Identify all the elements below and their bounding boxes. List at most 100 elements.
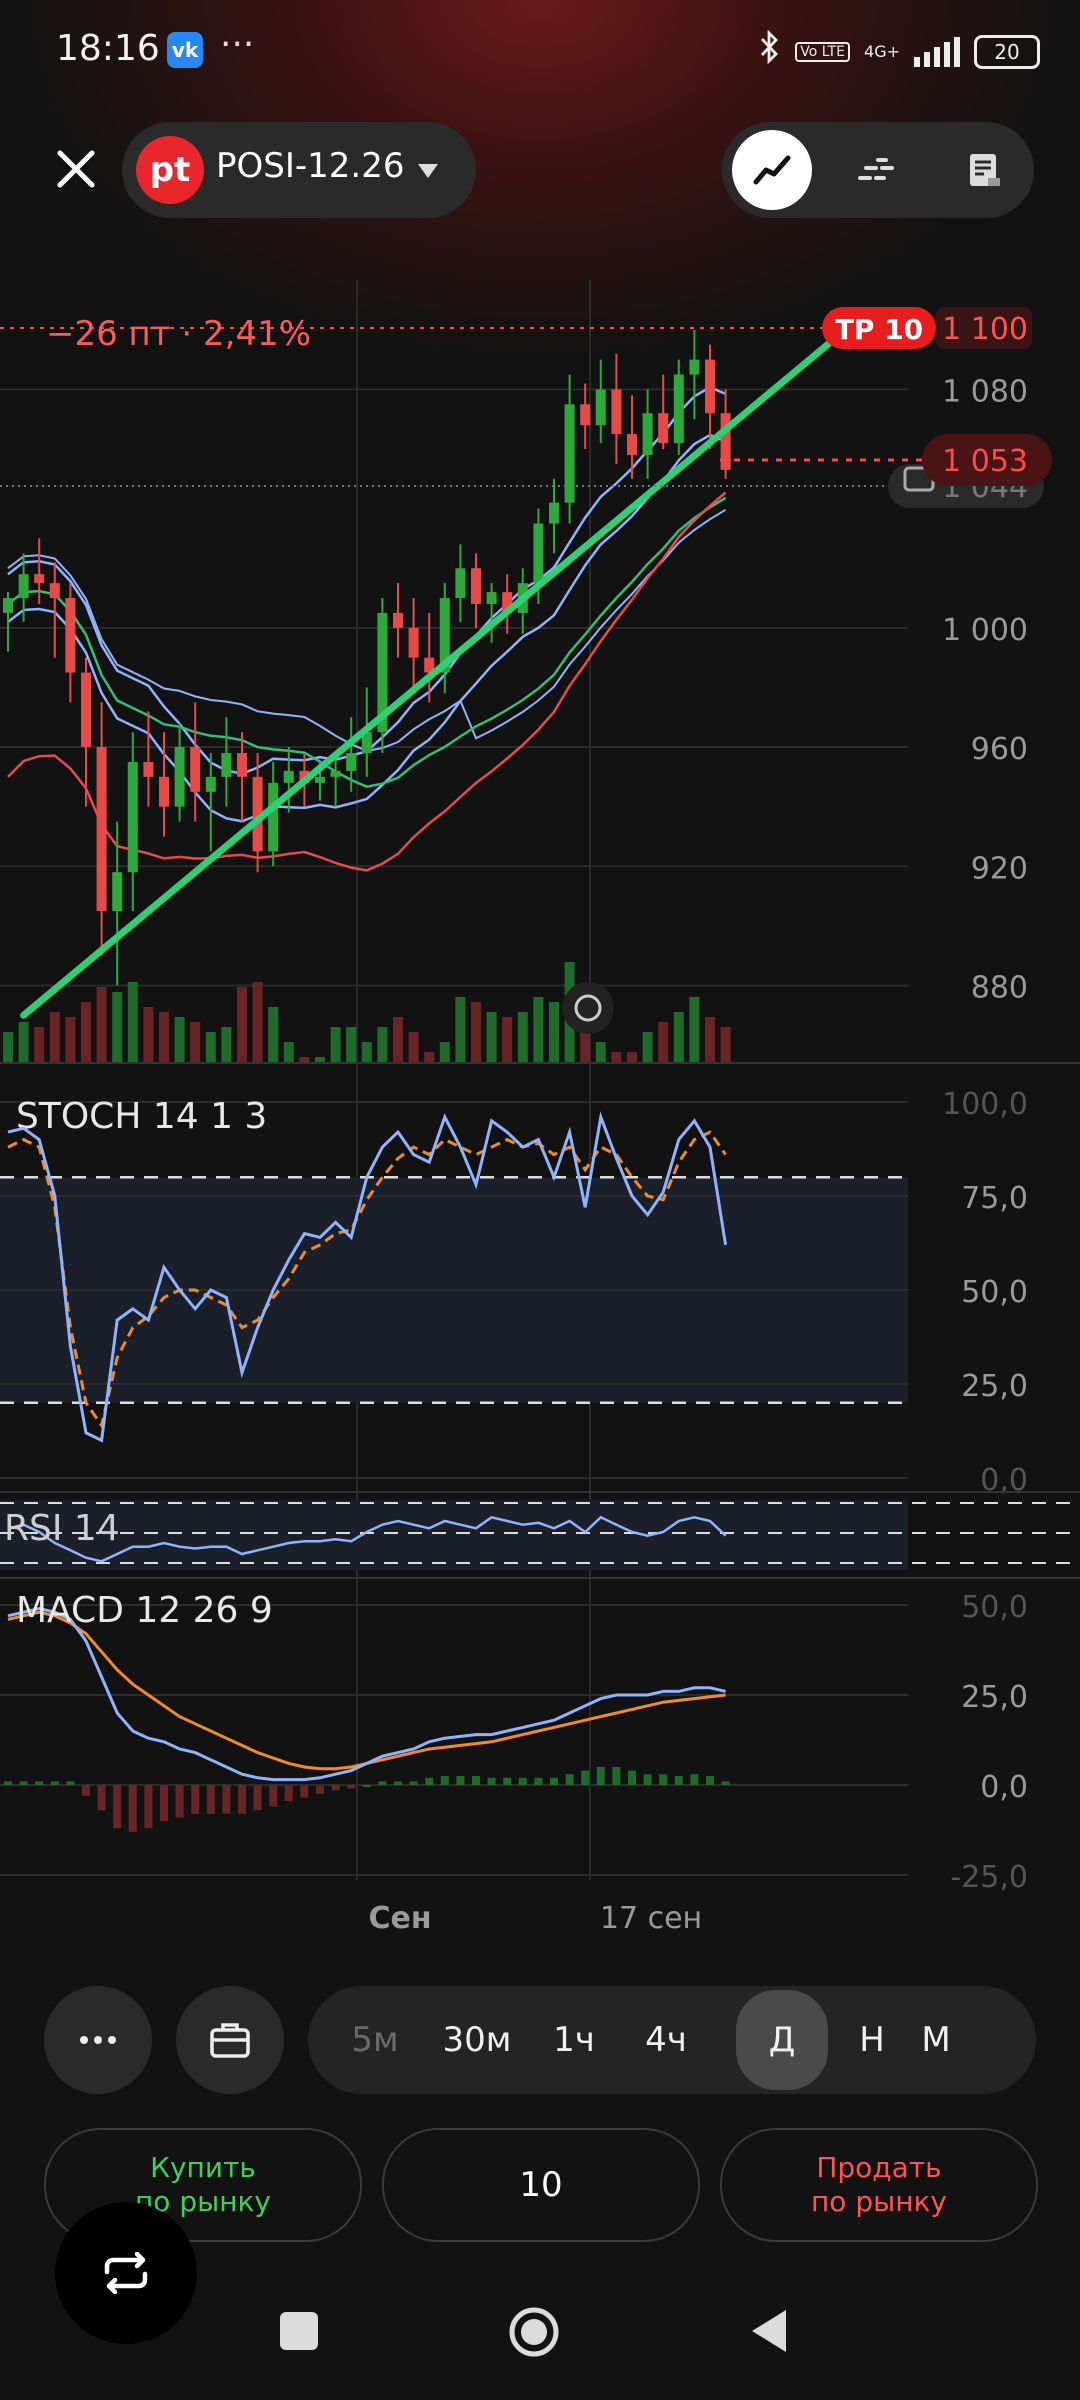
candle-body: [393, 612, 403, 628]
volume-bar: [393, 1017, 403, 1062]
macd-hist-bar: [253, 1785, 262, 1811]
volume-bar: [252, 982, 263, 1062]
candle-body: [81, 672, 91, 748]
rsi-band: [0, 1500, 908, 1570]
candle-body: [127, 761, 138, 873]
stoch-tick-3: 25,0: [961, 1369, 1028, 1404]
candle-body: [455, 568, 466, 599]
volume-bar: [705, 1017, 715, 1062]
macd-signal-line: [7, 1610, 726, 1771]
candle: [65, 583, 76, 703]
swap-button[interactable]: [55, 2202, 197, 2344]
quantity-value: 10: [519, 2165, 563, 2205]
candle-body: [486, 592, 497, 604]
price-change-label: −26 пт · 2,41%: [46, 314, 312, 354]
volume-bar: [455, 997, 466, 1062]
dashed-lines-icon[interactable]: [838, 130, 918, 210]
candle: [377, 598, 388, 754]
news-icon[interactable]: [944, 130, 1024, 210]
volume-bar: [595, 1042, 606, 1062]
volume-bar: [673, 1012, 684, 1062]
macd-hist-bar: [690, 1774, 699, 1785]
sell-market-button[interactable]: Продать по рынку: [720, 2128, 1038, 2242]
quantity-field[interactable]: 10: [382, 2128, 700, 2242]
candle: [205, 753, 216, 852]
candle-body: [673, 374, 684, 444]
candle: [658, 374, 669, 450]
back-icon[interactable]: [748, 2306, 790, 2360]
candle: [611, 353, 622, 464]
candle: [486, 583, 497, 643]
home-icon[interactable]: [508, 2306, 560, 2358]
volume-bar: [268, 1007, 279, 1062]
close-icon[interactable]: [52, 145, 100, 193]
period-3[interactable]: 1ч: [542, 1986, 606, 2094]
candle: [549, 478, 559, 554]
period-5[interactable]: Д: [736, 1990, 828, 2090]
macd-hist-bar: [721, 1781, 730, 1785]
candle-body: [143, 761, 154, 777]
volume-bar: [533, 997, 544, 1062]
battery-icon: 20: [974, 34, 1040, 69]
macd-hist-bar: [175, 1785, 184, 1818]
dropdown-caret-icon: [418, 164, 438, 178]
macd-hist-bar: [456, 1776, 465, 1785]
candle: [127, 732, 138, 911]
volume-bar: [627, 1052, 637, 1062]
recent-apps-icon[interactable]: [280, 2312, 318, 2350]
price-tick-2: 960: [971, 732, 1028, 767]
volume-bar: [174, 1017, 185, 1062]
candle: [595, 359, 606, 444]
trendline: [20, 309, 870, 1019]
period-selector: 5м 30м 1ч 4ч Д Н М: [308, 1986, 1036, 2094]
volume-bar: [283, 1042, 294, 1062]
period-6[interactable]: Н: [840, 1986, 904, 2094]
battery-level: 20: [994, 39, 1020, 64]
macd-hist-bar: [66, 1781, 75, 1785]
ticker-selector[interactable]: pt POSI-12.26: [122, 122, 476, 218]
macd-hist-bar: [628, 1770, 636, 1785]
macd-hist-bar: [206, 1785, 215, 1814]
period-2[interactable]: 30м: [428, 1986, 526, 2094]
volume-bar: [549, 1002, 559, 1062]
status-right: Vo LTE 4G+ 20: [759, 29, 1040, 73]
candle-body: [221, 753, 232, 777]
period-1[interactable]: 5м: [340, 1986, 410, 2094]
instrument-logo: pt: [136, 136, 204, 204]
candle: [237, 732, 247, 822]
candle-body: [346, 753, 357, 771]
macd-hist-bar: [4, 1781, 12, 1785]
price-chart[interactable]: 1 0801 000960920880TP 10 1 1001 0441 0531…: [0, 280, 1080, 1940]
candle-body: [611, 389, 622, 435]
period-7[interactable]: М: [904, 1986, 968, 2094]
stoch-tick-1: 75,0: [961, 1181, 1028, 1216]
macd-hist-bar: [409, 1781, 418, 1785]
macd-hist-bar: [50, 1781, 59, 1785]
volume-bar: [299, 1057, 310, 1062]
candle-body: [49, 583, 60, 599]
candle: [408, 598, 419, 688]
volume-bar: [502, 1017, 513, 1062]
chart-view-switcher: [722, 122, 1034, 218]
signal-icon: [914, 36, 960, 67]
candle: [673, 359, 684, 455]
candle-body: [705, 359, 715, 414]
candle: [502, 574, 513, 634]
macd-hist-bar: [160, 1785, 168, 1821]
volume-bar: [642, 1032, 653, 1062]
portfolio-button[interactable]: [176, 1986, 284, 2094]
candle: [580, 383, 591, 450]
macd-hist-bar: [128, 1785, 137, 1832]
line-chart-icon[interactable]: [732, 130, 812, 210]
candle-body: [174, 747, 185, 807]
macd-hist-bar: [97, 1785, 106, 1811]
price-tick-0: 1 080: [942, 374, 1028, 409]
period-4[interactable]: 4ч: [634, 1986, 698, 2094]
candle-body: [533, 523, 544, 584]
candle: [564, 374, 575, 524]
candle-body: [34, 574, 45, 584]
macd-tick-2: 0,0: [980, 1770, 1028, 1805]
macd-hist-bar: [659, 1774, 668, 1785]
volume-bar: [424, 1052, 435, 1062]
more-options-button[interactable]: [44, 1986, 152, 2094]
